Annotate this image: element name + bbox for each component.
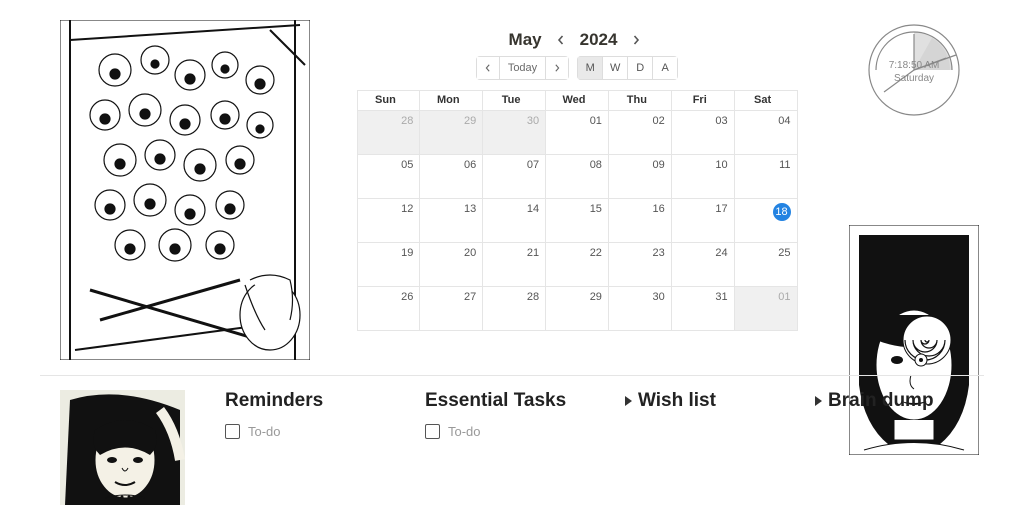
calendar-day[interactable]: 27: [420, 287, 483, 331]
bottom-artwork: [60, 390, 185, 505]
checkbox-icon[interactable]: [425, 424, 440, 439]
clock-day: Saturday: [889, 72, 940, 85]
checkbox-icon[interactable]: [225, 424, 240, 439]
toggle-icon[interactable]: [625, 396, 632, 406]
calendar-day[interactable]: 02: [609, 111, 672, 155]
toggle-icon[interactable]: [815, 396, 822, 406]
view-week-button[interactable]: W: [603, 56, 628, 80]
view-day-button[interactable]: D: [628, 56, 653, 80]
today-prev-button[interactable]: [476, 56, 500, 80]
calendar-day[interactable]: 01: [546, 111, 609, 155]
view-agenda-button[interactable]: A: [653, 56, 678, 80]
calendar-day[interactable]: 13: [420, 199, 483, 243]
calendar-day[interactable]: 01: [735, 287, 798, 331]
calendar-grid: SunMonTueWedThuFriSat 282930010203040506…: [357, 90, 798, 331]
calendar-day[interactable]: 12: [358, 199, 421, 243]
next-month-button[interactable]: [627, 31, 645, 49]
calendar-day[interactable]: 19: [358, 243, 421, 287]
essential-todo-item[interactable]: To-do: [425, 424, 605, 439]
calendar-day[interactable]: 29: [546, 287, 609, 331]
calendar-day[interactable]: 23: [609, 243, 672, 287]
calendar-day[interactable]: 06: [420, 155, 483, 199]
calendar-header: May 2024: [509, 30, 646, 50]
calendar-day[interactable]: 28: [483, 287, 546, 331]
today-next-button[interactable]: [546, 56, 569, 80]
calendar-day[interactable]: 16: [609, 199, 672, 243]
calendar-day[interactable]: 08: [546, 155, 609, 199]
wish-list-section[interactable]: Wish list: [625, 390, 795, 505]
left-artwork: [60, 20, 310, 360]
calendar-day[interactable]: 29: [420, 111, 483, 155]
weekday-header: Thu: [609, 91, 672, 111]
weekday-header: Sat: [735, 91, 798, 111]
brain-dump-section[interactable]: Brain dump: [815, 390, 965, 505]
weekday-header: Sun: [358, 91, 421, 111]
calendar-month: May: [509, 30, 542, 50]
wish-list-title: Wish list: [638, 390, 716, 412]
calendar-day[interactable]: 31: [672, 287, 735, 331]
calendar-day[interactable]: 20: [420, 243, 483, 287]
essential-tasks-section: Essential Tasks To-do: [425, 390, 605, 505]
calendar-day[interactable]: 15: [546, 199, 609, 243]
reminders-todo-label: To-do: [248, 424, 281, 439]
calendar-day[interactable]: 22: [546, 243, 609, 287]
calendar-day[interactable]: 09: [609, 155, 672, 199]
weekday-header: Wed: [546, 91, 609, 111]
weekday-header: Fri: [672, 91, 735, 111]
calendar-day[interactable]: 21: [483, 243, 546, 287]
calendar-day[interactable]: 24: [672, 243, 735, 287]
clock-time: 7:18:50 AM: [889, 59, 940, 72]
calendar-year: 2024: [580, 30, 618, 50]
calendar-day[interactable]: 18: [735, 199, 798, 243]
calendar-day[interactable]: 30: [609, 287, 672, 331]
calendar-day[interactable]: 25: [735, 243, 798, 287]
calendar-day[interactable]: 30: [483, 111, 546, 155]
calendar-day[interactable]: 28: [358, 111, 421, 155]
calendar-day[interactable]: 26: [358, 287, 421, 331]
reminders-section: Reminders To-do: [225, 390, 405, 505]
section-divider: [40, 375, 984, 376]
calendar-day[interactable]: 17: [672, 199, 735, 243]
calendar-day[interactable]: 11: [735, 155, 798, 199]
weekday-header: Tue: [483, 91, 546, 111]
calendar-day[interactable]: 04: [735, 111, 798, 155]
reminders-title: Reminders: [225, 390, 405, 412]
calendar-day[interactable]: 14: [483, 199, 546, 243]
calendar-day[interactable]: 05: [358, 155, 421, 199]
calendar-day[interactable]: 10: [672, 155, 735, 199]
analog-clock: 7:18:50 AM Saturday: [854, 20, 974, 120]
essential-title: Essential Tasks: [425, 390, 605, 412]
reminders-todo-item[interactable]: To-do: [225, 424, 405, 439]
weekday-header: Mon: [420, 91, 483, 111]
essential-todo-label: To-do: [448, 424, 481, 439]
prev-month-button[interactable]: [552, 31, 570, 49]
today-button[interactable]: Today: [500, 56, 546, 80]
brain-dump-title: Brain dump: [828, 390, 934, 412]
view-month-button[interactable]: M: [577, 56, 603, 80]
calendar-day[interactable]: 03: [672, 111, 735, 155]
calendar-day[interactable]: 07: [483, 155, 546, 199]
